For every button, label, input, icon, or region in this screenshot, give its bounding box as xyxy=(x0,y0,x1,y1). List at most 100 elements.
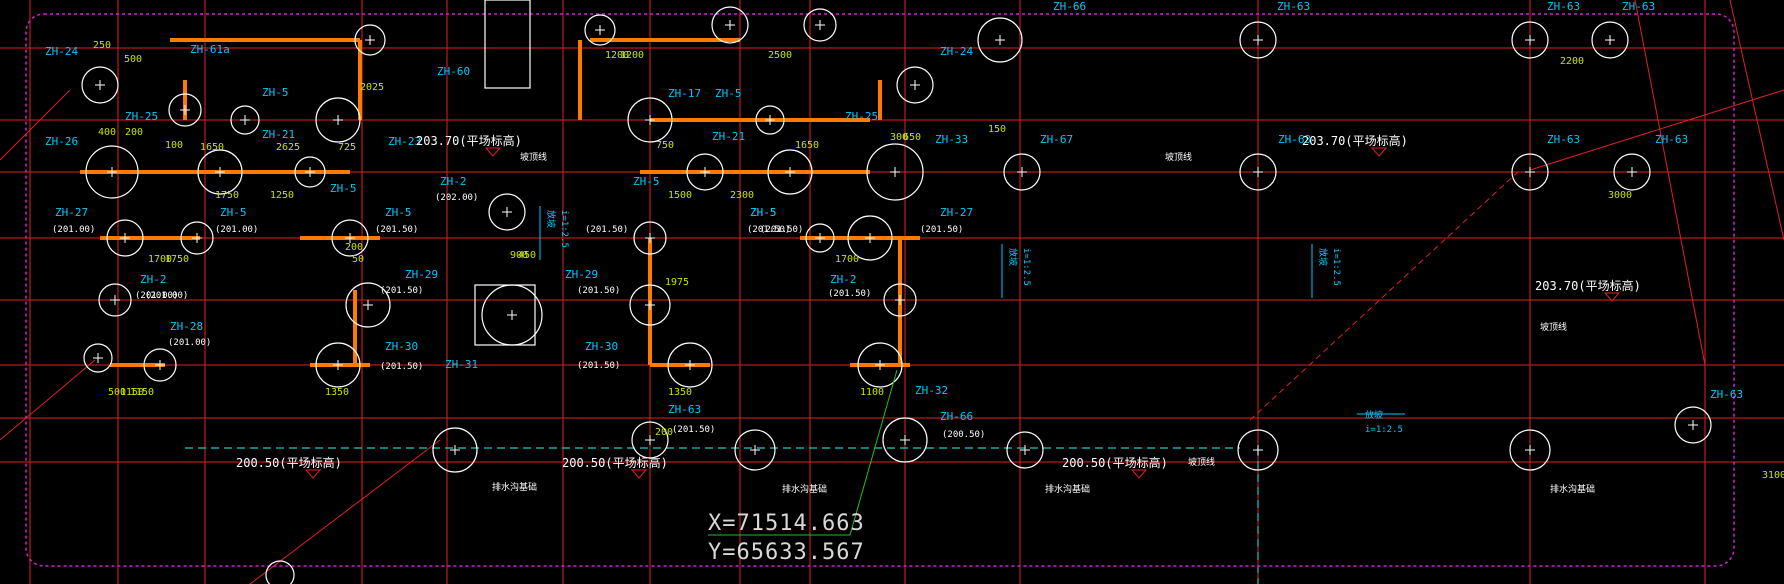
dimension-text: 1975 xyxy=(665,277,689,288)
pile-label: ZH-21 xyxy=(262,128,295,141)
ramp-slope: i=1:2.5 xyxy=(1365,425,1403,435)
annotation-note: 坡顶线 xyxy=(1188,456,1215,468)
pile-label: ZH-21 xyxy=(712,130,745,143)
dimension-text: 200 xyxy=(655,427,673,438)
dimension-text: 1150 xyxy=(130,387,154,398)
dimension-text: 1100 xyxy=(860,387,884,398)
annotation-note: 坡顶线 xyxy=(1540,321,1567,333)
dimension-text: 2200 xyxy=(1560,56,1584,67)
pile-label: ZH-63 xyxy=(668,403,701,416)
pile-label: ZH-5 xyxy=(220,206,247,219)
dimension-text: 1350 xyxy=(668,387,692,398)
elevation-tag: (201.50) xyxy=(672,425,715,435)
ramp-note: 放坡 xyxy=(1317,248,1329,266)
dimension-text: 3000 xyxy=(1608,190,1632,201)
dimension-text: 1700 xyxy=(835,254,859,265)
pile-label: ZH-2 xyxy=(440,175,467,188)
annotation-note: 排水沟基础 xyxy=(1045,483,1090,495)
pile-label: ZH-61a xyxy=(190,43,230,56)
pile-label: ZH-63 xyxy=(1622,0,1655,13)
dimension-text: 2025 xyxy=(360,82,384,93)
pile-label: ZH-5 xyxy=(262,86,289,99)
foundation-plan-svg[interactable]: 250 500 200 100 1650 2625 725 2025 1150 1250 1750 1… xyxy=(0,0,1784,584)
coordinate-readout-y: Y=65633.567 xyxy=(708,540,865,565)
pile-cap-rect xyxy=(484,0,531,89)
dimension-text: 1500 xyxy=(668,190,692,201)
dimension-text: 1200 xyxy=(605,50,629,61)
annotation-note: 排水沟基础 xyxy=(1550,483,1595,495)
pile-label: ZH-63 xyxy=(1547,0,1580,13)
cad-drawing-canvas[interactable]: 250 500 200 100 1650 2625 725 2025 1150 1250 1750 1… xyxy=(0,0,1784,584)
pile-label: ZH-29 xyxy=(565,268,598,281)
dimension-text: 200 xyxy=(345,242,363,253)
elevation-tag: (201.50) xyxy=(375,225,418,235)
elevation-marker xyxy=(1130,469,1148,479)
dimension-text: 2500 xyxy=(768,50,792,61)
pile-caps xyxy=(81,0,1712,584)
dimension-text: 725 xyxy=(338,142,356,153)
dimension-text: 1250 xyxy=(270,190,294,201)
pile-label: ZH-63 xyxy=(1710,388,1743,401)
pile-label: ZH-63 xyxy=(1547,133,1580,146)
coordinate-readout-x: X=71514.663 xyxy=(708,511,865,536)
elevation-tag: (202.00) xyxy=(435,193,478,203)
pile-label: ZH-32 xyxy=(915,384,948,397)
grid-line-slant xyxy=(1634,0,1706,366)
dimension-text: 1750 xyxy=(165,254,189,265)
dimension-text: 450 xyxy=(518,250,536,261)
elevation-marker xyxy=(484,147,502,157)
elevation-tag: (201.00) xyxy=(145,291,188,301)
grid-line-slant xyxy=(1529,89,1784,171)
dimension-text: 1650 xyxy=(200,142,224,153)
pile-label: ZH-28 xyxy=(170,320,203,333)
elevation-tag: (201.50) xyxy=(380,286,423,296)
pile-label: ZH-2 xyxy=(140,273,167,286)
ramp-edge-dashed xyxy=(1249,169,1521,421)
elevation-note: 203.70(平场标高) xyxy=(1535,278,1641,293)
elevation-tag: (201.50) xyxy=(380,362,423,372)
pile-label: ZH-30 xyxy=(585,340,618,353)
elevation-marker xyxy=(630,469,648,479)
dimension-text: 2300 xyxy=(730,190,754,201)
dimension-text: 500 xyxy=(124,54,142,65)
dimension-text: 400 xyxy=(98,127,116,138)
pile-label: ZH-5 xyxy=(330,182,357,195)
pile-label: ZH-24 xyxy=(45,45,78,58)
elevation-note: 200.50(平场标高) xyxy=(1062,455,1168,470)
ramp-slope: i=1:2.5 xyxy=(559,210,569,248)
elevation-tag: (201.50) xyxy=(920,225,963,235)
pile-labels: ZH-24 ZH-61aZH-5ZH-25ZH-21ZH-26 ZH-23ZH-60… xyxy=(45,0,1743,423)
pile-label: ZH-33 xyxy=(935,133,968,146)
dimension-text: 150 xyxy=(988,124,1006,135)
ground-beams xyxy=(80,38,920,367)
elevation-marker xyxy=(1370,147,1388,157)
pile-label: ZH-5 xyxy=(715,87,742,100)
elevation-tag: (201.50) xyxy=(577,286,620,296)
annotation-note: 排水沟基础 xyxy=(782,483,827,495)
ramp-note: 放坡 xyxy=(1007,248,1019,266)
pile-label: ZH-5 xyxy=(750,206,777,219)
dimension-text: 250 xyxy=(93,40,111,51)
ramp-note: 放坡 xyxy=(1365,409,1383,421)
elevation-note: 203.70(平场标高) xyxy=(416,133,522,148)
elevation-tag: (200.50) xyxy=(942,430,985,440)
pile-label: ZH-63 xyxy=(1655,133,1688,146)
pile-label: ZH-27 xyxy=(55,206,88,219)
elevation-note: 203.70(平场标高) xyxy=(1302,133,1408,148)
elevation-tag: (201.00) xyxy=(52,225,95,235)
annotation-note: 排水沟基础 xyxy=(492,481,537,493)
pile-cap-square xyxy=(474,284,536,346)
dimension-text: 3100 xyxy=(1762,470,1784,481)
elevation-note: 200.50(平场标高) xyxy=(562,455,668,470)
dimension-text: 100 xyxy=(165,140,183,151)
elevation-tag: (201.50) xyxy=(828,289,871,299)
pile-label: ZH-25 xyxy=(125,110,158,123)
dimension-text: 200 xyxy=(125,127,143,138)
pile-label: ZH-26 xyxy=(45,135,78,148)
dimension-text: 500 xyxy=(108,387,126,398)
ramp-note: 放坡 xyxy=(545,210,557,228)
pile-label: ZH-66 xyxy=(940,410,973,423)
pile-label: ZH-17 xyxy=(668,87,701,100)
dimension-text: 1350 xyxy=(325,387,349,398)
elevation-note: 200.50(平场标高) xyxy=(236,455,342,470)
